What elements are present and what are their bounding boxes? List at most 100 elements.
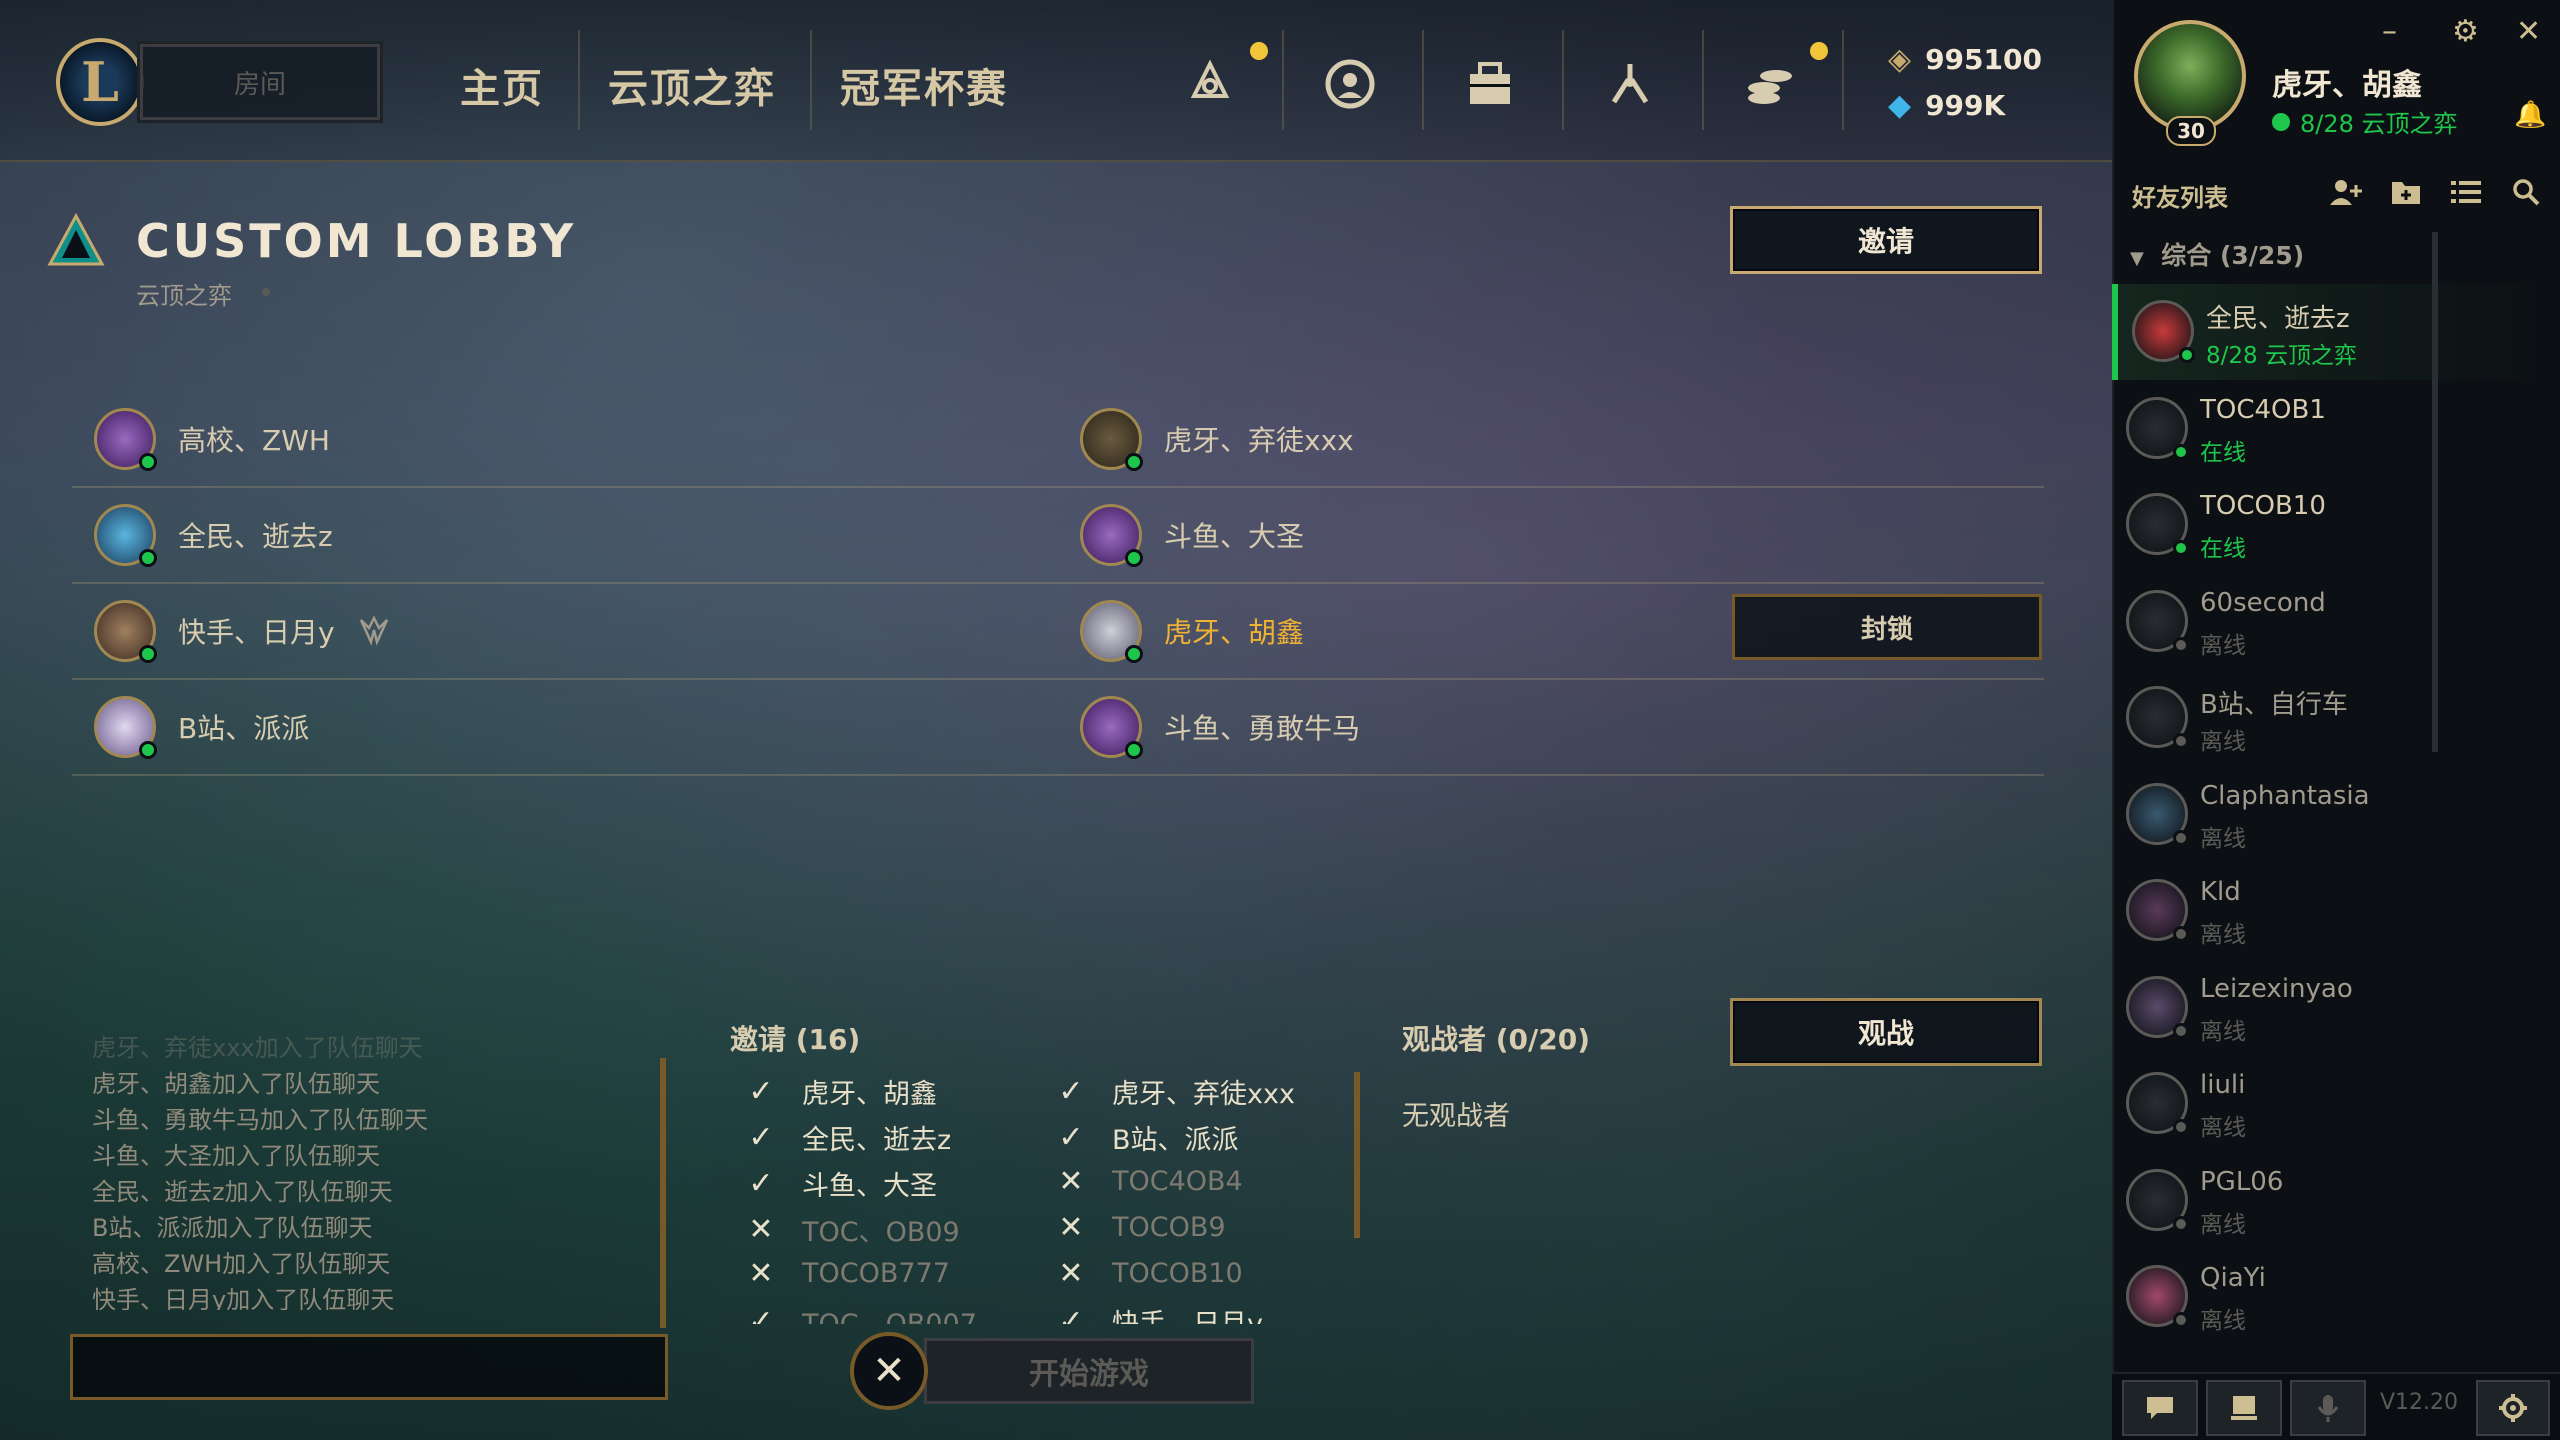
clash-icon[interactable] (2206, 1380, 2282, 1436)
friend-name: TOCOB10 (2200, 491, 2326, 521)
player-slot[interactable]: 全民、逝去z (94, 504, 333, 567)
leave-lobby-button[interactable]: ✕ (850, 1332, 928, 1410)
chat-scrollbar[interactable] (660, 1058, 666, 1328)
invite-clip: ✓ TOC、OB007 ✓ 快手、日月y (740, 1300, 1320, 1324)
friend-status: 离线 (2200, 922, 2246, 948)
nav-divider (1422, 30, 1424, 130)
friend-item[interactable]: B站、自行车 离线 (2112, 670, 2542, 766)
friend-status: 8/28 云顶之弈 (2206, 343, 2357, 369)
online-indicator (139, 453, 157, 471)
player-slot[interactable]: 高校、ZWH (94, 408, 330, 471)
friend-item[interactable]: PGL06 离线 (2112, 1153, 2542, 1249)
check-icon: ✓ (1058, 1074, 1084, 1109)
friend-item[interactable]: liuli 离线 (2112, 1056, 2542, 1152)
lobby-title: CUSTOM LOBBY (136, 214, 577, 268)
player-slot[interactable]: 快手、日月y (94, 600, 391, 663)
blue-essence-icon: ◆ (1888, 88, 1912, 123)
invite-name: TOCOB9 (1112, 1212, 1226, 1243)
friend-item[interactable]: Leizexinyao 离线 (2112, 960, 2542, 1056)
settings-icon[interactable]: ⚙ (2452, 14, 2479, 49)
player-slot[interactable]: 斗鱼、勇敢牛马 (1080, 696, 1361, 759)
status-indicator (2173, 733, 2189, 749)
friend-name: 60second (2200, 587, 2326, 618)
store-icon[interactable] (1742, 56, 1798, 112)
nav-divider (1702, 30, 1704, 130)
friend-name: liuli (2200, 1070, 2246, 1100)
tft-icon[interactable] (1182, 56, 1238, 112)
chat-log: 虎牙、弃徒xxx加入了队伍聊天 虎牙、胡鑫加入了队伍聊天 斗鱼、勇敢牛马加入了队… (92, 1030, 652, 1310)
spectate-button[interactable]: 观战 (1730, 998, 2042, 1066)
add-friend-icon[interactable] (2328, 176, 2364, 208)
friend-item[interactable]: TOC4OB1 在线 (2112, 381, 2542, 477)
be-balance[interactable]: ◆ 999K (1888, 88, 2005, 123)
profile-icon[interactable] (1322, 56, 1378, 112)
friend-status: 在线 (2200, 439, 2246, 466)
invites-scrollbar[interactable] (1354, 1072, 1360, 1238)
my-status[interactable]: 8/28 云顶之弈 (2272, 104, 2458, 139)
player-slot-self[interactable]: 虎牙、胡鑫 (1080, 600, 1304, 663)
status-indicator (2173, 1215, 2189, 1232)
online-indicator (1125, 645, 1143, 663)
invite-name: TOC4OB4 (1112, 1166, 1243, 1197)
friend-item[interactable]: Claphantasia 离线 (2112, 767, 2542, 863)
league-logo-icon[interactable]: L (56, 38, 144, 126)
friend-item[interactable]: QiaYi 离线 (2112, 1249, 2542, 1345)
avatar (94, 408, 157, 471)
rp-balance[interactable]: ◈ 995100 (1888, 42, 2042, 77)
player-name: 斗鱼、勇敢牛马 (1164, 712, 1361, 745)
room-button[interactable]: 房间 (137, 41, 383, 123)
avatar (1080, 408, 1143, 471)
player-slot[interactable]: 斗鱼、大圣 (1080, 504, 1304, 567)
friend-group-header[interactable]: ▼ 综合 (3/25) (2130, 236, 2304, 272)
friend-item[interactable]: 60second 离线 (2112, 574, 2542, 670)
invite-item: ✓ 虎牙、胡鑫 (746, 1072, 937, 1111)
friends-scrollbar[interactable] (2432, 232, 2438, 752)
invite-item: ✕ TOC、OB09 (746, 1210, 959, 1249)
invite-name: 全民、逝去z (802, 1125, 952, 1156)
friends-toolbar (2328, 176, 2544, 208)
friend-item[interactable]: 全民、逝去z 8/28 云顶之弈 (2112, 284, 2542, 380)
chat-input[interactable] (70, 1334, 668, 1400)
cross-icon: ✕ (748, 1256, 774, 1291)
friends-list-title: 好友列表 (2132, 184, 2228, 212)
online-icon (2272, 112, 2290, 131)
start-game-button[interactable]: 开始游戏 (924, 1338, 1254, 1404)
voice-icon[interactable] (2290, 1380, 2366, 1436)
player-slot[interactable]: B站、派派 (94, 696, 309, 759)
friend-item[interactable]: Kld 离线 (2112, 863, 2542, 959)
nav-divider (810, 30, 812, 130)
rp-amount: 995100 (1925, 43, 2042, 76)
invite-item: ✕ TOCOB10 (1056, 1256, 1243, 1291)
invite-item: ✕ TOC4OB4 (1056, 1164, 1243, 1199)
player-name: 高校、ZWH (178, 424, 330, 457)
nav-home[interactable]: 主页 (460, 56, 544, 114)
nav-champion-cup[interactable]: 冠军杯赛 (840, 56, 1008, 114)
avatar (2126, 589, 2189, 653)
search-icon[interactable] (2508, 176, 2544, 208)
invite-button[interactable]: 邀请 (1730, 206, 2042, 274)
player-slot[interactable]: 虎牙、弃徒xxx (1080, 408, 1354, 471)
add-folder-icon[interactable] (2388, 176, 2424, 208)
minimize-icon[interactable]: – (2382, 14, 2397, 49)
tft-mode-icon (47, 212, 105, 266)
help-icon[interactable] (2476, 1380, 2550, 1436)
friend-item[interactable]: TOCOB10 在线 (2112, 477, 2542, 573)
separator-dot (262, 288, 270, 296)
invite-name: TOCOB777 (802, 1258, 950, 1289)
no-spectators-text: 无观战者 (1402, 1101, 1510, 1132)
friend-status: 离线 (2200, 1308, 2246, 1334)
notification-dot (1250, 42, 1268, 60)
nav-tft[interactable]: 云顶之弈 (608, 56, 776, 114)
chat-line: 斗鱼、勇敢牛马加入了队伍聊天 (92, 1106, 428, 1134)
list-view-icon[interactable] (2448, 176, 2484, 208)
loot-icon[interactable] (1602, 56, 1658, 112)
avatar (1080, 600, 1143, 663)
chat-icon[interactable] (2122, 1380, 2198, 1436)
collection-icon[interactable] (1462, 56, 1518, 112)
invite-name: TOCOB10 (1112, 1258, 1243, 1289)
avatar (2126, 396, 2189, 460)
lock-button[interactable]: 封锁 (1732, 594, 2042, 660)
notifications-icon[interactable]: 🔔 (2514, 100, 2546, 130)
close-icon[interactable]: ✕ (2516, 14, 2541, 49)
avatar (2126, 1168, 2189, 1232)
